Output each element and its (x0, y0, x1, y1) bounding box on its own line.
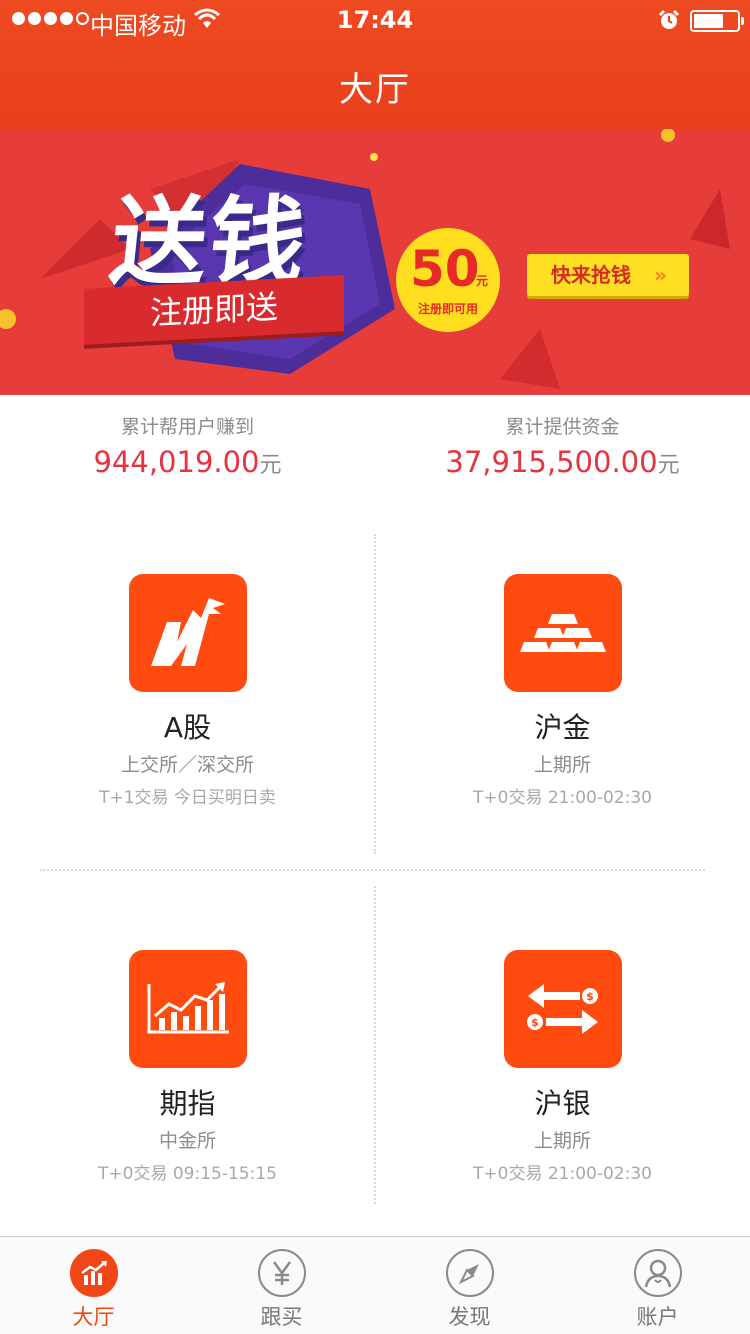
status-time: 17:44 (336, 6, 414, 34)
product-hours: T+0交易 21:00-02:30 (473, 788, 652, 808)
bonus-unit: 元 (476, 274, 489, 288)
stat-unit: 元 (259, 453, 282, 478)
gold-bars-icon (503, 574, 622, 692)
bonus-note: 注册即可用 (417, 302, 478, 316)
product-hours: T+0交易 21:00-02:30 (473, 1164, 652, 1184)
svg-text:$: $ (531, 1016, 539, 1029)
product-exchange: 中金所 (158, 1130, 216, 1152)
product-index-futures[interactable]: 期指 中金所 T+0交易 09:15-15:15 (0, 950, 375, 1184)
stat-label: 累计提供资金 (505, 416, 620, 438)
product-exchange: 上交所／深交所 (120, 754, 254, 776)
product-exchange: 上期所 (533, 754, 591, 776)
grab-money-button[interactable]: 快来抢钱 » (527, 254, 689, 296)
compass-icon (445, 1249, 494, 1297)
bonus-amount: 50 (410, 240, 480, 298)
stat-value: 944,019.00 (93, 445, 260, 479)
top-bar: 中国移动 17:44 大厅 (0, 0, 750, 129)
tab-follow-buy[interactable]: 跟买 (188, 1237, 375, 1334)
product-a-shares[interactable]: A股 上交所／深交所 T+1交易 今日买明日卖 (0, 574, 375, 808)
hall-chart-icon (69, 1249, 118, 1297)
product-exchange: 上期所 (533, 1130, 591, 1152)
stat-funds-provided: 累计提供资金 37,915,500.00元 (375, 412, 750, 479)
tab-hall[interactable]: 大厅 (0, 1237, 187, 1334)
page-title: 大厅 (339, 70, 411, 110)
stock-trend-icon (128, 574, 247, 692)
exchange-arrows-icon: $ $ (503, 950, 622, 1068)
product-shanghai-gold[interactable]: 沪金 上期所 T+0交易 21:00-02:30 (375, 574, 750, 808)
stat-value: 37,915,500.00 (445, 445, 658, 479)
svg-text:$: $ (586, 990, 594, 1003)
product-hours: T+1交易 今日买明日卖 (99, 788, 276, 808)
tab-label: 发现 (448, 1305, 491, 1329)
stat-label: 累计帮用户赚到 (120, 416, 254, 438)
tab-account[interactable]: 账户 (564, 1237, 750, 1334)
product-name: 沪银 (534, 1087, 591, 1120)
tab-label: 账户 (636, 1305, 679, 1329)
grab-money-label: 快来抢钱 (551, 263, 631, 287)
tab-discover[interactable]: 发现 (376, 1237, 563, 1334)
stat-user-earnings: 累计帮用户赚到 944,019.00元 (0, 412, 375, 479)
battery-icon (690, 10, 744, 32)
tab-label: 跟买 (260, 1305, 303, 1329)
stat-unit: 元 (657, 453, 680, 478)
alarm-icon (658, 9, 680, 29)
product-shanghai-silver[interactable]: $ $ 沪银 上期所 T+0交易 21:00-02:30 (375, 950, 750, 1184)
status-bar: 中国移动 17:44 (0, 0, 750, 40)
product-name: 沪金 (534, 711, 591, 744)
tab-label: 大厅 (72, 1305, 115, 1329)
chevron-right-icon: » (654, 263, 667, 287)
product-name: 期指 (159, 1087, 216, 1120)
grid-divider-horizontal (40, 869, 705, 871)
user-icon (633, 1249, 682, 1297)
tab-bar: 大厅 跟买 发现 账户 (0, 1236, 750, 1334)
index-chart-icon (128, 950, 247, 1068)
bonus-badge: 50 元 注册即可用 (396, 228, 500, 332)
yen-icon (257, 1249, 306, 1297)
product-name: A股 (163, 711, 212, 744)
product-hours: T+0交易 09:15-15:15 (98, 1164, 277, 1184)
